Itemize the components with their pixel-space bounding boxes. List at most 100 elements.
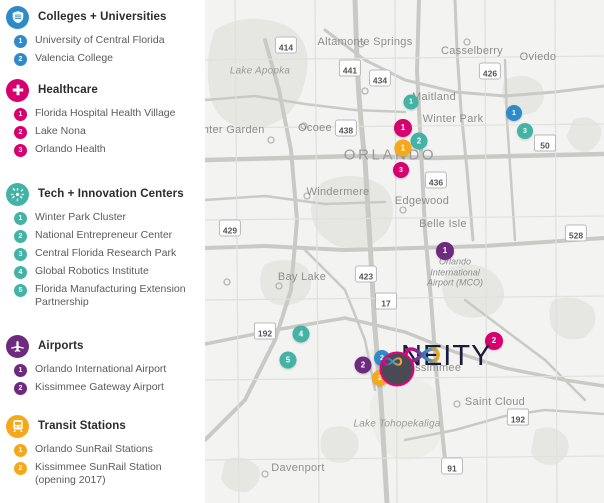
highway-shield-icon: 528: [564, 224, 588, 242]
highway-shield-icon: 192: [506, 408, 530, 426]
map-canvas[interactable]: Altamonte Springs Casselberry Oviedo Maitla…: [205, 0, 604, 503]
neocity-logo-badge[interactable]: [379, 351, 415, 387]
graduation-shield-icon: [6, 5, 29, 29]
legend-item-number: 2: [14, 53, 27, 66]
legend-item[interactable]: 5 Florida Manufacturing Extension Partner…: [0, 283, 205, 308]
legend-item[interactable]: 3 Orlando Health: [0, 143, 205, 157]
highway-shield-number: 528: [568, 230, 584, 241]
highway-shield-number: 423: [358, 271, 374, 282]
map-basemap: [205, 0, 604, 503]
legend-item-number: 1: [14, 444, 27, 457]
map-marker-transit[interactable]: 1: [394, 139, 412, 157]
legend-item[interactable]: 2 Lake Nona: [0, 125, 205, 139]
map-marker-airports[interactable]: 2: [354, 356, 372, 374]
legend-item-label: University of Central Florida: [35, 34, 165, 46]
legend-item[interactable]: 1 Orlando International Airport: [0, 363, 205, 377]
legend-item-label: Winter Park Cluster: [35, 211, 127, 223]
legend-group-transit-stations: Transit Stations 1 Orlando SunRail Station…: [0, 413, 205, 486]
legend-item[interactable]: 1 Florida Hospital Health Village: [0, 107, 205, 121]
legend-item-label: Kissimmee Gateway Airport: [35, 381, 164, 393]
map-marker-tech[interactable]: 1: [403, 94, 419, 110]
legend-group-header: Transit Stations: [0, 413, 205, 439]
highway-shield-icon: 423: [354, 265, 378, 283]
legend-item-label: Orlando Health: [35, 143, 106, 155]
legend-group-header: Airports: [0, 333, 205, 359]
legend-item-number: 2: [14, 230, 27, 243]
highway-shield-number: 17: [381, 298, 391, 309]
legend-item-number: 2: [14, 462, 27, 475]
legend-group-title: Healthcare: [38, 84, 98, 96]
legend-item-number: 1: [14, 108, 27, 121]
legend-item-number: 4: [14, 266, 27, 279]
legend-item-number: 2: [14, 126, 27, 139]
legend-item[interactable]: 4 Global Robotics Institute: [0, 265, 205, 279]
highway-shield-icon: 436: [424, 171, 448, 189]
legend-item[interactable]: 1 University of Central Florida: [0, 34, 205, 48]
highway-shield-icon: 441: [338, 59, 362, 77]
map-marker-tech[interactable]: 4: [292, 325, 310, 343]
legend-item[interactable]: 1 Winter Park Cluster: [0, 211, 205, 225]
map-marker-tech[interactable]: 3: [517, 123, 533, 139]
highway-shield-number: 192: [510, 414, 526, 425]
legend-item-number: 2: [14, 382, 27, 395]
legend-item-number: 1: [14, 35, 27, 48]
legend-group-title: Transit Stations: [38, 420, 126, 432]
highway-shield-number: 91: [447, 463, 457, 474]
legend-group-title: Colleges + Universities: [38, 11, 167, 23]
legend-group-header: Healthcare: [0, 77, 205, 103]
legend-item[interactable]: 2 Kissimmee SunRail Station (opening 2017…: [0, 461, 205, 486]
highway-shield-icon: 426: [478, 62, 502, 80]
map-infographic: Colleges + Universities 1 University of Ce…: [0, 0, 604, 503]
highway-shield-number: 436: [428, 177, 444, 188]
legend-item[interactable]: 2 Kissimmee Gateway Airport: [0, 381, 205, 395]
legend-group-header: Colleges + Universities: [0, 4, 205, 30]
legend-item-number: 1: [14, 364, 27, 377]
highway-shield-icon: 429: [218, 219, 242, 237]
highway-shield-number: 192: [257, 328, 273, 339]
legend-item-label: Florida Hospital Health Village: [35, 107, 176, 119]
legend-item-label: Lake Nona: [35, 125, 86, 137]
map-marker-healthcare[interactable]: 3: [393, 162, 409, 178]
highway-shield-number: 426: [482, 68, 498, 79]
legend-item-label: Central Florida Research Park: [35, 247, 177, 259]
legend-item-label: Valencia College: [35, 52, 114, 64]
highway-shield-icon: 192: [253, 322, 277, 340]
highway-shield-icon: 17: [375, 292, 397, 310]
atom-gear-icon: [6, 182, 29, 206]
map-marker-airports[interactable]: 1: [436, 242, 454, 260]
legend-item-label: National Entrepreneur Center: [35, 229, 173, 241]
legend-item-number: 3: [14, 248, 27, 261]
highway-shield-icon: 50: [534, 134, 556, 152]
airplane-icon: [6, 334, 29, 358]
legend-item[interactable]: 2 Valencia College: [0, 52, 205, 66]
legend-item-label: Florida Manufacturing Extension Partners…: [35, 283, 186, 308]
legend-group-title: Airports: [38, 340, 84, 352]
map-marker-colleges[interactable]: 1: [506, 105, 522, 121]
highway-shield-number: 438: [338, 125, 354, 136]
train-icon: [6, 414, 29, 438]
legend-item-label: Orlando International Airport: [35, 363, 167, 375]
highway-shield-icon: 434: [368, 69, 392, 87]
highway-shield-number: 441: [342, 65, 358, 76]
highway-shield-number: 414: [278, 42, 294, 53]
map-marker-tech[interactable]: 2: [410, 132, 428, 150]
highway-shield-number: 429: [222, 225, 238, 236]
highway-shield-icon: 91: [441, 457, 463, 475]
highway-shield-icon: 414: [274, 36, 298, 54]
legend-group-tech-innovation-centers: Tech + Innovation Centers 1 Winter Park Cl…: [0, 181, 205, 308]
legend-group-header: Tech + Innovation Centers: [0, 181, 205, 207]
highway-shield-number: 50: [540, 140, 550, 151]
map-marker-tech[interactable]: 5: [279, 351, 297, 369]
legend-item[interactable]: 1 Orlando SunRail Stations: [0, 443, 205, 457]
map-marker-healthcare[interactable]: 1: [394, 119, 412, 137]
legend-item[interactable]: 2 National Entrepreneur Center: [0, 229, 205, 243]
legend-item-number: 3: [14, 144, 27, 157]
legend-item-number: 5: [14, 284, 27, 297]
legend-item-label: Orlando SunRail Stations: [35, 443, 153, 455]
legend-item[interactable]: 3 Central Florida Research Park: [0, 247, 205, 261]
neocity-wordmark: NE ITY: [401, 340, 491, 373]
legend-group-airports: Airports 1 Orlando International Airport 2 K…: [0, 333, 205, 395]
highway-shield-icon: 438: [334, 119, 358, 137]
legend-item-label: Kissimmee SunRail Station (opening 2017): [35, 461, 162, 486]
legend-item-label: Global Robotics Institute: [35, 265, 149, 277]
